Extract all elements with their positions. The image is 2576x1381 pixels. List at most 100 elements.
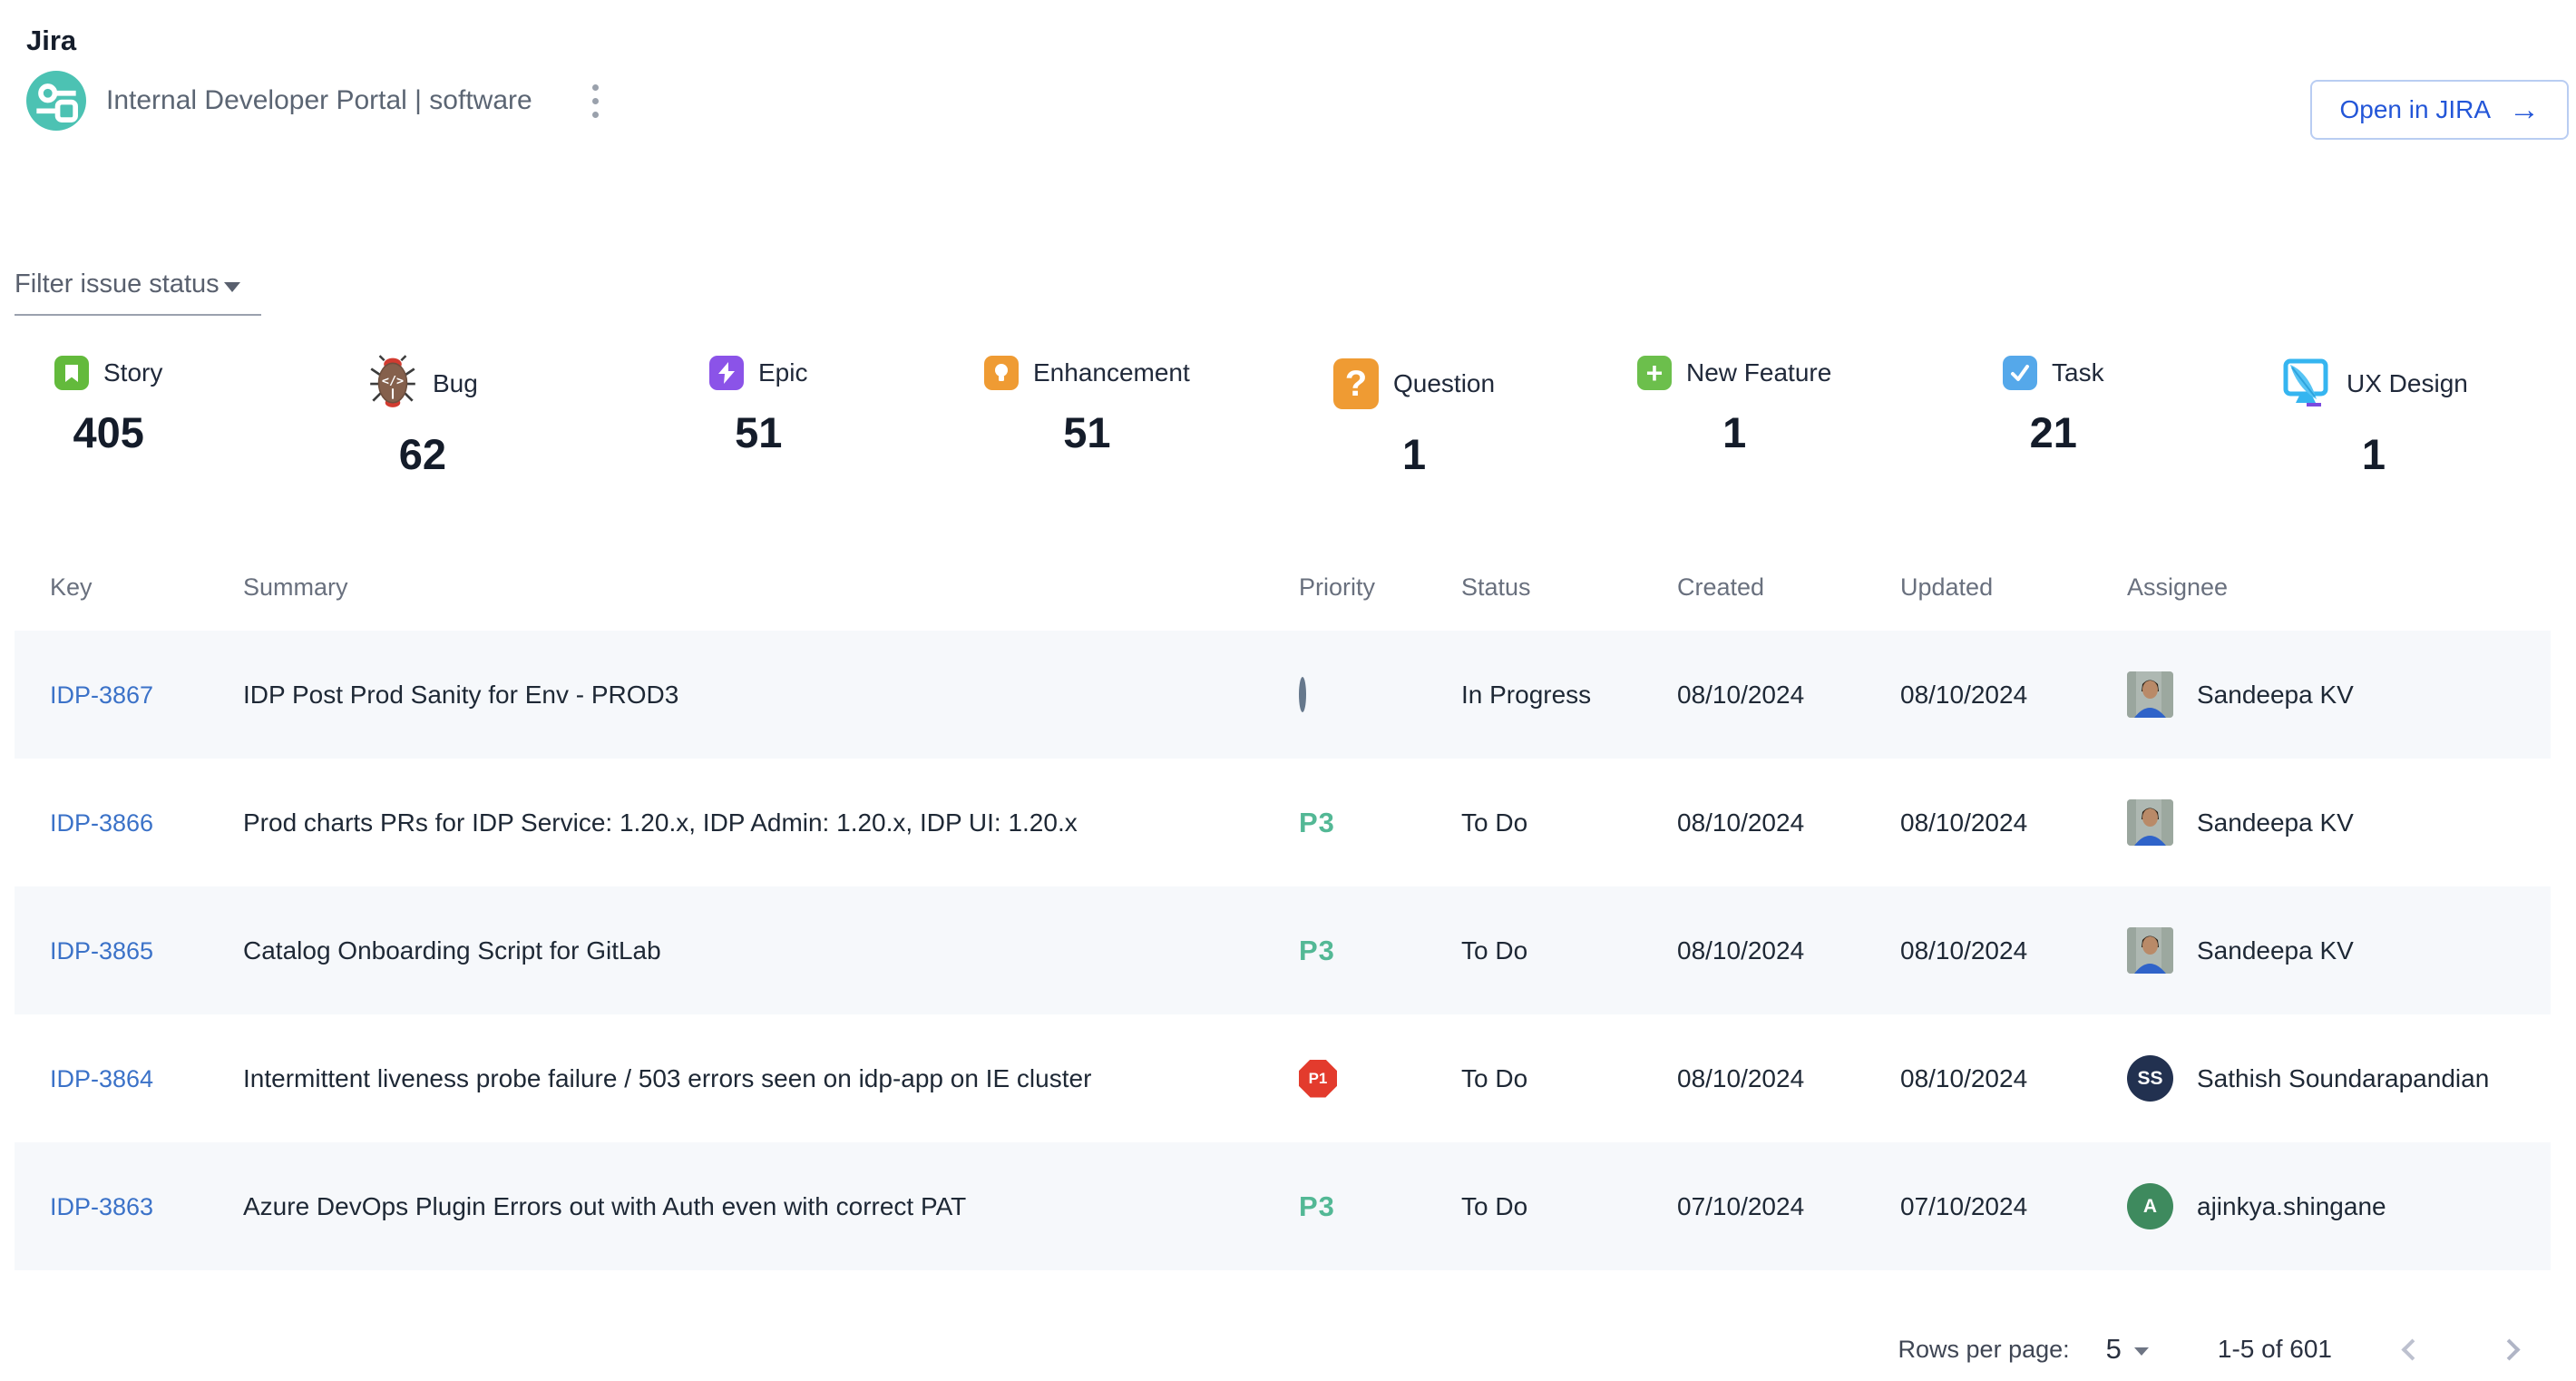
issue-type-new-feature: + New Feature 1 <box>1637 348 1831 457</box>
issue-type-question: ? Question 1 <box>1333 348 1495 479</box>
issue-key-link[interactable]: IDP-3867 <box>50 681 153 709</box>
chevron-right-icon <box>2498 1338 2520 1360</box>
issue-type-epic: Epic 51 <box>709 348 807 457</box>
filter-underline <box>15 314 261 316</box>
issue-type-count: 51 <box>1063 407 1110 457</box>
assignee-name: ajinkya.shingane <box>2197 1192 2386 1221</box>
assignee-name: Sathish Soundarapandian <box>2197 1064 2489 1093</box>
issue-type-count: 1 <box>1402 429 1426 479</box>
filter-issue-status-select[interactable]: Filter issue status <box>15 269 261 316</box>
prev-page-button[interactable] <box>2395 1333 2429 1366</box>
issue-summary: Azure DevOps Plugin Errors out with Auth… <box>243 1192 1299 1221</box>
avatar: SS <box>2127 1055 2173 1102</box>
chevron-down-icon <box>224 282 240 292</box>
pagination-range: 1-5 of 601 <box>2218 1335 2332 1364</box>
column-header-key[interactable]: Key <box>15 573 243 602</box>
chevron-left-icon <box>2401 1338 2423 1360</box>
bug-icon: </> <box>367 354 418 415</box>
priority-p3-icon: P3 <box>1299 935 1335 966</box>
column-header-status[interactable]: Status <box>1461 573 1677 602</box>
column-header-summary[interactable]: Summary <box>243 573 1299 602</box>
issue-updated: 07/10/2024 <box>1900 1192 2127 1221</box>
new-feature-icon: + <box>1637 356 1672 390</box>
priority-p3-icon: P3 <box>1299 1190 1335 1222</box>
issue-key-link[interactable]: IDP-3865 <box>50 937 153 965</box>
issue-type-task: Task 21 <box>2003 348 2104 457</box>
rows-per-page-value: 5 <box>2106 1333 2122 1366</box>
issue-type-counts: Story 405 </> Bug 62 <box>15 348 2551 506</box>
table-row: IDP-3866 Prod charts PRs for IDP Service… <box>15 759 2551 886</box>
issue-updated: 08/10/2024 <box>1900 1064 2127 1093</box>
issue-status: To Do <box>1461 1064 1677 1093</box>
issue-type-story: Story 405 <box>54 348 162 457</box>
issue-key-link[interactable]: IDP-3863 <box>50 1193 153 1220</box>
issue-type-bug: </> Bug 62 <box>367 348 478 479</box>
story-icon <box>54 356 89 390</box>
kebab-menu-icon <box>592 84 599 118</box>
page-title: Jira <box>26 24 76 57</box>
filter-issue-status-label: Filter issue status <box>15 269 220 299</box>
avatar <box>2127 671 2173 718</box>
issue-type-count: 21 <box>2030 407 2077 457</box>
arrow-right-icon: → <box>2509 94 2540 125</box>
issue-status: To Do <box>1461 808 1677 837</box>
issue-type-count: 1 <box>1722 407 1746 457</box>
issue-status: To Do <box>1461 936 1677 965</box>
issue-created: 08/10/2024 <box>1677 936 1900 965</box>
rows-per-page-label: Rows per page: <box>1898 1336 2070 1364</box>
table-row: IDP-3865 Catalog Onboarding Script for G… <box>15 886 2551 1014</box>
rows-per-page-select[interactable]: 5 <box>2103 1329 2152 1369</box>
issue-updated: 08/10/2024 <box>1900 681 2127 710</box>
issue-type-count: 62 <box>399 429 446 479</box>
issue-updated: 08/10/2024 <box>1900 936 2127 965</box>
table-row: IDP-3864 Intermittent liveness probe fai… <box>15 1014 2551 1142</box>
task-icon <box>2003 356 2037 390</box>
priority-p3-icon: P3 <box>1299 807 1335 838</box>
entity-name: Internal Developer Portal | software <box>106 85 532 116</box>
issue-type-count: 405 <box>73 407 143 457</box>
column-header-assignee[interactable]: Assignee <box>2127 573 2551 602</box>
ux-design-icon <box>2279 356 2332 413</box>
svg-text:</>: </> <box>382 375 404 388</box>
issue-type-enhancement: Enhancement 51 <box>984 348 1190 457</box>
issue-key-link[interactable]: IDP-3864 <box>50 1065 153 1092</box>
issue-summary: Prod charts PRs for IDP Service: 1.20.x,… <box>243 808 1299 837</box>
issue-summary: Catalog Onboarding Script for GitLab <box>243 936 1299 965</box>
avatar: A <box>2127 1183 2173 1229</box>
issue-created: 08/10/2024 <box>1677 808 1900 837</box>
avatar <box>2127 927 2173 974</box>
enhancement-icon <box>984 356 1019 390</box>
open-in-jira-label: Open in JIRA <box>2339 95 2491 124</box>
next-page-button[interactable] <box>2493 1333 2526 1366</box>
issue-summary: IDP Post Prod Sanity for Env - PROD3 <box>243 681 1299 710</box>
issue-created: 07/10/2024 <box>1677 1192 1900 1221</box>
issue-created: 08/10/2024 <box>1677 1064 1900 1093</box>
chevron-down-icon <box>2134 1347 2149 1356</box>
issue-created: 08/10/2024 <box>1677 681 1900 710</box>
column-header-priority[interactable]: Priority <box>1299 573 1461 602</box>
issue-summary: Intermittent liveness probe failure / 50… <box>243 1064 1299 1093</box>
more-options-button[interactable] <box>585 77 606 125</box>
priority-p1-icon: P1 <box>1299 1060 1337 1098</box>
epic-icon <box>709 356 744 390</box>
issue-status: In Progress <box>1461 681 1677 710</box>
entity-header: Internal Developer Portal | software <box>26 71 606 131</box>
table-row: IDP-3863 Azure DevOps Plugin Errors out … <box>15 1142 2551 1270</box>
issue-type-count: 51 <box>735 407 782 457</box>
table-header-row: Key Summary Priority Status Created Upda… <box>15 544 2551 631</box>
assignee-name: Sandeepa KV <box>2197 808 2354 837</box>
column-header-created[interactable]: Created <box>1677 573 1900 602</box>
priority-ring-icon <box>1299 677 1306 712</box>
entity-avatar-icon <box>26 71 86 131</box>
issue-status: To Do <box>1461 1192 1677 1221</box>
issues-table: Key Summary Priority Status Created Upda… <box>15 544 2551 1270</box>
issue-key-link[interactable]: IDP-3866 <box>50 809 153 837</box>
table-row: IDP-3867 IDP Post Prod Sanity for Env - … <box>15 631 2551 759</box>
issue-updated: 08/10/2024 <box>1900 808 2127 837</box>
open-in-jira-button[interactable]: Open in JIRA → <box>2310 80 2569 140</box>
column-header-updated[interactable]: Updated <box>1900 573 2127 602</box>
question-icon: ? <box>1333 358 1379 409</box>
pagination: Rows per page: 5 1-5 of 601 <box>1898 1320 2526 1378</box>
issue-type-count: 1 <box>2362 429 2386 479</box>
assignee-name: Sandeepa KV <box>2197 681 2354 710</box>
